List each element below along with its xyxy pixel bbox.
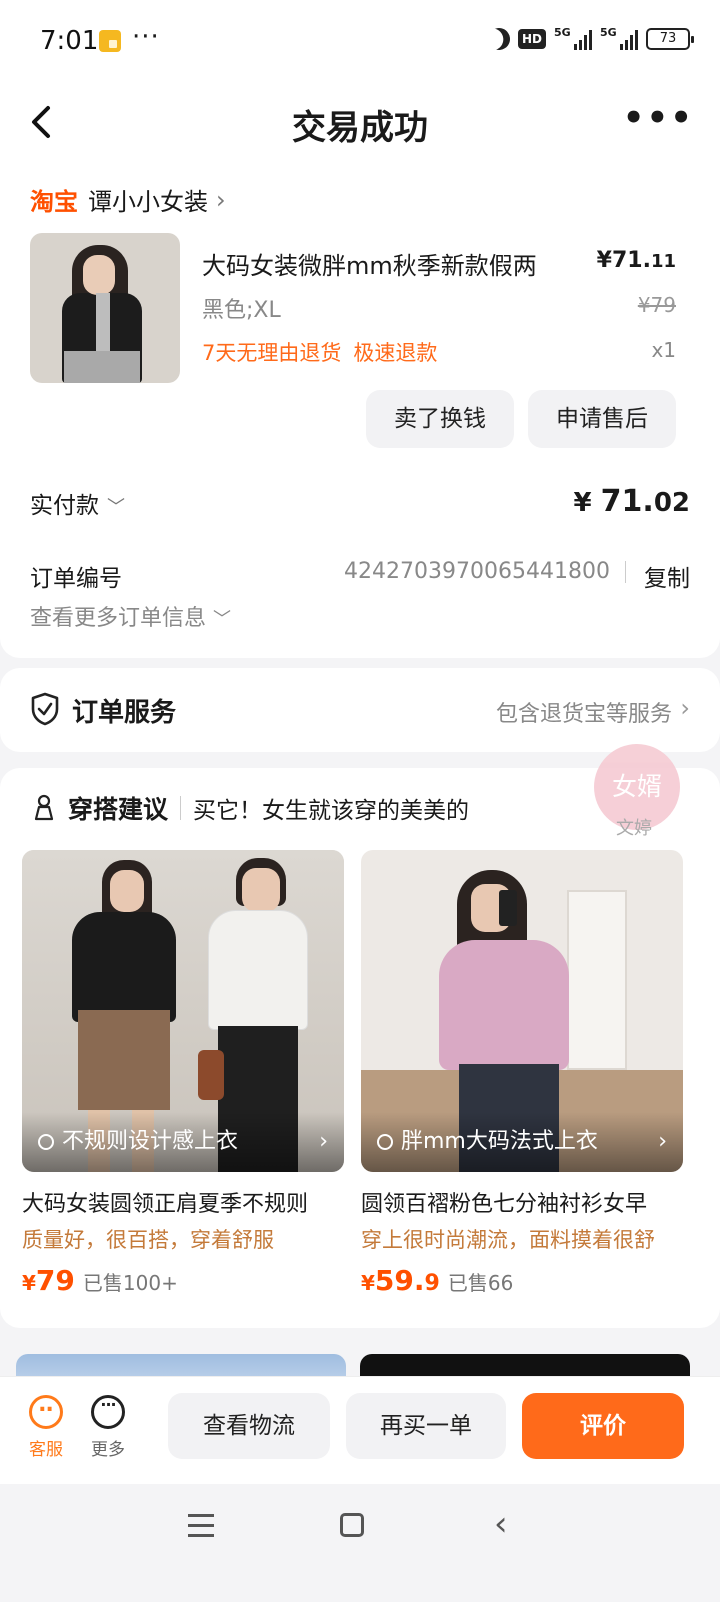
- search-icon: [377, 1134, 393, 1150]
- product-thumbnail[interactable]: [30, 233, 180, 383]
- order-number-label: 订单编号: [30, 566, 122, 592]
- product-name-2[interactable]: 圆领百褶粉色七分袖衬衫女早: [361, 1186, 683, 1218]
- chevron-right-icon: ›: [680, 694, 690, 722]
- signal-icon-2: 5G: [600, 26, 638, 50]
- product-desc-2: 穿上很时尚潮流，面料摸着很舒: [361, 1228, 655, 1252]
- order-number-row: 订单编号 4242703970065441800 复制: [30, 559, 690, 593]
- page-title: 交易成功: [292, 108, 428, 148]
- tag-return: 7天无理由退货: [202, 341, 342, 365]
- product-image-1[interactable]: 不规则设计感上衣 ›: [22, 850, 344, 1172]
- product-image-2[interactable]: 胖mm大码法式上衣 ›: [361, 850, 683, 1172]
- recommend-section: 穿搭建议 买它！女生就该穿的美美的 不规则设计感上衣 › 大码女装圆领正肩夏季不规…: [0, 768, 720, 1328]
- status-time: 7:01: [40, 26, 99, 56]
- notification-app-icon: [99, 30, 121, 52]
- chevron-down-icon: ﹀: [213, 609, 232, 630]
- sold-count-1: 已售100+: [82, 1271, 178, 1295]
- rebuy-button[interactable]: 再买一单: [346, 1393, 506, 1459]
- order-number: 4242703970065441800: [344, 559, 610, 584]
- floating-avatar-name: 文婷: [616, 818, 652, 839]
- search-tag-1[interactable]: 不规则设计感上衣 ›: [22, 1112, 344, 1172]
- product-price-2: ¥59. 9 已售66: [361, 1264, 514, 1297]
- service-desc: 包含退货宝等服务: [495, 702, 672, 727]
- search-icon: [38, 1134, 54, 1150]
- shield-check-icon: [31, 692, 59, 726]
- customer-service-icon: [29, 1392, 63, 1429]
- product-price-1: ¥79 已售100+: [22, 1264, 178, 1297]
- product-card-2[interactable]: 胖mm大码法式上衣 › 圆领百褶粉色七分袖衬衫女早 穿上很时尚潮流，面料摸着很舒 …: [361, 850, 683, 1297]
- review-button[interactable]: 评价: [522, 1393, 684, 1459]
- product-name[interactable]: 大码女装微胖mm秋季新款假两: [202, 246, 582, 281]
- hd-voice-icon: HD: [517, 29, 546, 49]
- chevron-right-icon: ›: [319, 1129, 328, 1154]
- status-bar: 7:01 ··· HD 5G 5G 73: [0, 0, 720, 84]
- outfit-icon: [34, 794, 54, 821]
- home-icon[interactable]: [340, 1513, 364, 1537]
- product-spec: 黑色;XL: [202, 298, 281, 323]
- page-header: 交易成功 •••: [0, 84, 720, 160]
- recommend-subtitle: 买它！女生就该穿的美美的: [193, 798, 470, 824]
- tag-refund: 极速退款: [353, 341, 438, 365]
- product-quantity: x1: [651, 338, 676, 362]
- service-title: 订单服务: [72, 698, 177, 728]
- product-name-1[interactable]: 大码女装圆领正肩夏季不规则: [22, 1186, 344, 1218]
- chevron-right-icon: ›: [658, 1129, 667, 1154]
- bottom-action-bar: 客服 更多 查看物流 再买一单 评价: [0, 1376, 720, 1484]
- sold-count-2: 已售66: [447, 1271, 514, 1295]
- search-tag-2[interactable]: 胖mm大码法式上衣 ›: [361, 1112, 683, 1172]
- system-navigation-bar: ‹: [0, 1484, 720, 1602]
- paid-label: 实付款: [30, 493, 99, 519]
- chevron-down-icon: ﹀: [107, 497, 125, 518]
- signal-icon-1: 5G: [554, 26, 592, 50]
- more-order-info[interactable]: 查看更多订单信息 ﹀: [30, 600, 231, 632]
- back-icon[interactable]: ‹: [494, 1504, 508, 1544]
- order-card: 淘宝 谭小小女装 › 大码女装微胖mm秋季新款假两 ¥71.11 黑色;XL ¥…: [0, 160, 720, 658]
- order-service-row[interactable]: 订单服务 包含退货宝等服务 ›: [0, 668, 720, 752]
- recommend-title: 穿搭建议: [68, 795, 169, 824]
- paid-amount: ¥ 71.02: [573, 484, 691, 519]
- taobao-logo: 淘宝: [30, 188, 78, 216]
- shop-link[interactable]: 淘宝 谭小小女装 ›: [30, 182, 226, 217]
- service-tags: 7天无理由退货 极速退款: [202, 337, 437, 367]
- status-more-dots: ···: [132, 22, 160, 52]
- customer-service-button[interactable]: 客服: [16, 1392, 76, 1460]
- chevron-right-icon: ›: [216, 185, 226, 214]
- product-price: ¥71.11: [596, 248, 676, 273]
- recent-apps-icon[interactable]: [188, 1514, 214, 1544]
- more-options-icon[interactable]: •••: [623, 101, 694, 135]
- more-circle-icon: [91, 1395, 125, 1429]
- battery-icon: 73: [646, 28, 694, 50]
- do-not-disturb-icon: [484, 24, 514, 54]
- more-button[interactable]: 更多: [78, 1395, 138, 1460]
- product-desc-1: 质量好，很百搭，穿着舒服: [22, 1228, 274, 1252]
- after-sale-button[interactable]: 申请售后: [528, 390, 676, 448]
- shop-name: 谭小小女装: [88, 188, 208, 216]
- original-price: ¥79: [637, 293, 676, 317]
- sell-button[interactable]: 卖了换钱: [366, 390, 514, 448]
- view-logistics-button[interactable]: 查看物流: [168, 1393, 330, 1459]
- paid-row[interactable]: 实付款 ﹀ ¥ 71.02: [30, 484, 691, 520]
- product-card-1[interactable]: 不规则设计感上衣 › 大码女装圆领正肩夏季不规则 质量好，很百搭，穿着舒服 ¥79…: [22, 850, 344, 1297]
- copy-button[interactable]: 复制: [644, 559, 690, 593]
